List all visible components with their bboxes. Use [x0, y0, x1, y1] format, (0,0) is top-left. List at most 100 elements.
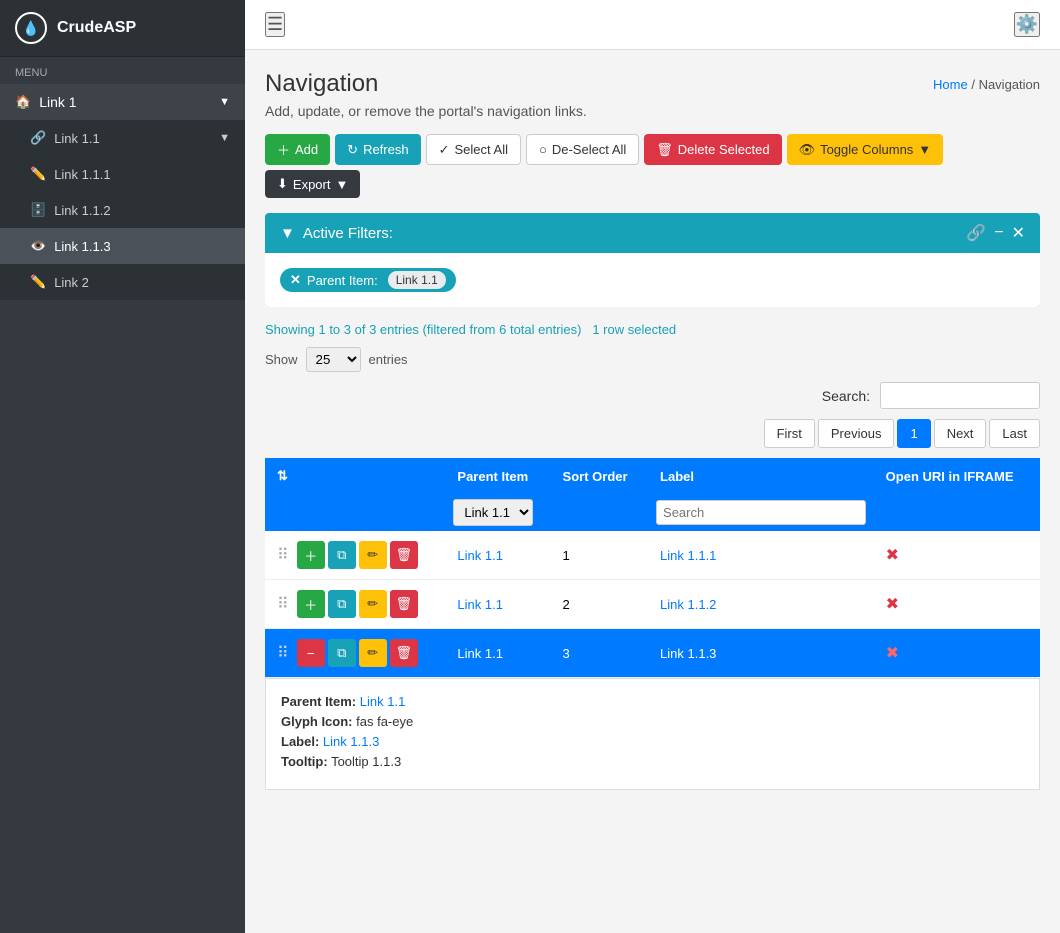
- filter-minimize-button[interactable]: −: [994, 223, 1003, 243]
- edit-button[interactable]: ✏: [359, 541, 387, 569]
- label-filter-input[interactable]: [656, 500, 866, 525]
- home-icon: 🏠: [15, 94, 31, 110]
- refresh-button[interactable]: ↻ Refresh: [335, 134, 420, 165]
- drag-handle[interactable]: ⠿: [277, 545, 289, 565]
- edit-icon: ✏️: [30, 274, 46, 290]
- circle-icon: ○: [539, 142, 547, 157]
- drag-handle[interactable]: ⠿: [277, 594, 289, 614]
- row-actions-cell: ⠿ − ⧉ ✏ 🗑: [265, 629, 445, 678]
- filters-header: ▼ Active Filters: 🔗 − ✕: [265, 213, 1040, 253]
- page-header: Navigation Home / Navigation: [265, 70, 1040, 98]
- status-no-icon: ✖: [886, 596, 899, 613]
- label-cell: Link 1.1.1: [648, 531, 874, 580]
- parent-item-link[interactable]: Link 1.1: [457, 597, 503, 612]
- row-actions: ⠿ ＋ ⧉ ✏ 🗑: [277, 590, 433, 618]
- data-table: ⇅ Parent Item Sort Order Label Open URI …: [265, 458, 1040, 678]
- search-input[interactable]: [880, 382, 1040, 409]
- menu-label: Menu: [0, 57, 245, 84]
- sidebar-item-label: Link 1: [39, 94, 76, 110]
- row-actions: ⠿ − ⧉ ✏ 🗑: [277, 639, 433, 667]
- filters-panel: ▼ Active Filters: 🔗 − ✕ ✕ Parent Item: L…: [265, 213, 1040, 307]
- page-title: Navigation: [265, 70, 378, 98]
- sidebar-item-link1-1-3[interactable]: 👁️ Link 1.1.3: [0, 228, 245, 264]
- breadcrumb-current: Navigation: [979, 77, 1040, 92]
- dropdown-arrow-icon: ▼: [918, 142, 931, 157]
- edit-button[interactable]: ✏: [359, 590, 387, 618]
- delete-button[interactable]: 🗑: [390, 590, 418, 618]
- filter-close-button[interactable]: ✕: [1012, 223, 1025, 243]
- copy-button[interactable]: ⧉: [328, 590, 356, 618]
- filter-remove-button[interactable]: ✕: [290, 272, 301, 288]
- breadcrumb-home[interactable]: Home: [933, 77, 968, 92]
- detail-parent-item: Parent Item: Link 1.1: [281, 694, 1024, 709]
- settings-button[interactable]: ⚙️: [1014, 12, 1040, 37]
- next-page-button[interactable]: Next: [934, 419, 987, 448]
- page-content: Navigation Home / Navigation Add, update…: [245, 50, 1060, 933]
- previous-page-button[interactable]: Previous: [818, 419, 895, 448]
- delete-selected-button[interactable]: 🗑 Delete Selected: [644, 134, 781, 165]
- deselect-all-button[interactable]: ○ De-Select All: [526, 134, 639, 165]
- sidebar-item-label: Link 1.1.3: [54, 239, 110, 254]
- filter-parent-item-cell: Link 1.1: [445, 494, 550, 531]
- detail-parent-item-link[interactable]: Link 1.1: [360, 694, 406, 709]
- detail-label-link[interactable]: Link 1.1.3: [323, 734, 379, 749]
- delete-button[interactable]: 🗑: [390, 541, 418, 569]
- label-link[interactable]: Link 1.1.2: [660, 597, 716, 612]
- sidebar-item-label: Link 2: [54, 275, 89, 290]
- last-page-button[interactable]: Last: [989, 419, 1040, 448]
- plus-icon: ＋: [277, 140, 290, 159]
- parent-item-cell: Link 1.1: [445, 531, 550, 580]
- open-uri-cell: ✖: [874, 531, 1040, 580]
- sidebar-item-link1-1-2[interactable]: 🗄️ Link 1.1.2: [0, 192, 245, 228]
- chevron-down-icon: ▼: [219, 132, 230, 144]
- filter-link-button[interactable]: 🔗: [966, 223, 986, 243]
- toggle-columns-button[interactable]: 👁 Toggle Columns ▼: [787, 134, 944, 165]
- open-uri-cell: ✖: [874, 629, 1040, 678]
- label-link[interactable]: Link 1.1.3: [660, 646, 716, 661]
- copy-button[interactable]: ⧉: [328, 541, 356, 569]
- sidebar-item-link1[interactable]: 🏠 Link 1 ▼: [0, 84, 245, 120]
- col-open-uri[interactable]: Open URI in IFRAME: [874, 458, 1040, 494]
- col-parent-item[interactable]: Parent Item: [445, 458, 550, 494]
- main-content: ☰ ⚙️ Navigation Home / Navigation Add, u…: [245, 0, 1060, 933]
- sidebar-item-link2[interactable]: ✏️ Link 2: [0, 264, 245, 300]
- show-entries: Show 25 50 100 entries: [265, 347, 1040, 372]
- sidebar-item-label: Link 1.1.1: [54, 167, 110, 182]
- col-sort-order[interactable]: Sort Order: [551, 458, 648, 494]
- link-icon: 🔗: [30, 130, 46, 146]
- filter-icon: ▼: [280, 225, 295, 242]
- filter-sort-order-cell: [551, 494, 648, 531]
- parent-item-link[interactable]: Link 1.1: [457, 646, 503, 661]
- parent-item-filter-select[interactable]: Link 1.1: [453, 499, 533, 526]
- database-icon: 🗄️: [30, 202, 46, 218]
- filter-value: Link 1.1: [388, 271, 446, 289]
- add-child-button[interactable]: ＋: [297, 541, 325, 569]
- top-bar: ☰ ⚙️: [245, 0, 1060, 50]
- sidebar-item-link1-1[interactable]: 🔗 Link 1.1 ▼: [0, 120, 245, 156]
- row-actions-cell: ⠿ ＋ ⧉ ✏ 🗑: [265, 580, 445, 629]
- add-child-button[interactable]: ＋: [297, 590, 325, 618]
- select-all-button[interactable]: ✓ Select All: [426, 134, 521, 165]
- delete-button[interactable]: 🗑: [390, 639, 418, 667]
- show-entries-select[interactable]: 25 50 100: [306, 347, 361, 372]
- parent-item-cell: Link 1.1: [445, 580, 550, 629]
- edit-button[interactable]: ✏: [359, 639, 387, 667]
- label-link[interactable]: Link 1.1.1: [660, 548, 716, 563]
- add-button[interactable]: ＋ Add: [265, 134, 330, 165]
- sidebar-toggle-button[interactable]: ☰: [265, 12, 285, 37]
- copy-button[interactable]: ⧉: [328, 639, 356, 667]
- export-button[interactable]: ⬇ Export ▼: [265, 170, 360, 198]
- filter-drag-cell: [265, 494, 445, 531]
- deselect-button[interactable]: −: [297, 639, 325, 667]
- label-cell: Link 1.1.3: [648, 629, 874, 678]
- page-1-button[interactable]: 1: [897, 419, 930, 448]
- col-label[interactable]: Label: [648, 458, 874, 494]
- sidebar-item-link1-1-1[interactable]: ✏️ Link 1.1.1: [0, 156, 245, 192]
- drag-handle[interactable]: ⠿: [277, 643, 289, 663]
- filter-label-cell: [648, 494, 874, 531]
- download-icon: ⬇: [277, 176, 288, 192]
- sidebar-header: 💧 CrudeASP: [0, 0, 245, 57]
- parent-item-link[interactable]: Link 1.1: [457, 548, 503, 563]
- chevron-down-icon: ▼: [219, 96, 230, 108]
- first-page-button[interactable]: First: [764, 419, 815, 448]
